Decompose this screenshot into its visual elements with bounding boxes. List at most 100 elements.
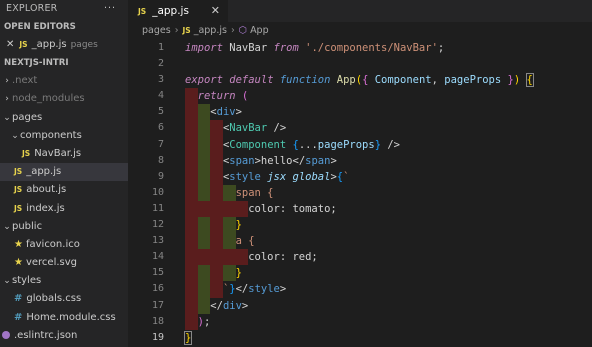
code-line[interactable]: 14 color: red;: [128, 249, 592, 266]
css-file-icon: #: [14, 311, 23, 323]
js-file-icon: JS: [14, 203, 23, 213]
code-text: }: [185, 217, 242, 233]
tab-label: _app.js: [152, 5, 189, 17]
chevron-down-icon: ⌄: [3, 276, 11, 287]
code-token: (: [241, 90, 249, 103]
tree-item[interactable]: › .next: [0, 72, 128, 90]
code-token: >: [279, 283, 287, 296]
code-token: }: [183, 330, 193, 345]
chevron-down-icon: ⌄: [3, 112, 11, 123]
code-line[interactable]: 15 }: [128, 265, 592, 282]
tree-item-label: globals.css: [26, 293, 82, 305]
tree-item[interactable]: # globals.css: [0, 290, 128, 308]
open-editor-item[interactable]: ✕ JS _app.js pages: [0, 36, 128, 54]
code-token: span: [305, 154, 331, 167]
tree-item[interactable]: › node_modules: [0, 90, 128, 108]
chevron-down-icon: ⌄: [3, 221, 11, 232]
code-token: a {: [235, 235, 255, 248]
code-token: {: [525, 73, 534, 88]
tab-app-js[interactable]: JS _app.js ✕: [128, 0, 228, 22]
chevron-right-icon: ›: [174, 25, 179, 36]
code-token: color: red;: [248, 251, 318, 264]
tree-item-label: .next: [12, 75, 38, 87]
code-line[interactable]: 3 export default function App({ Component…: [128, 72, 592, 88]
breadcrumb-file[interactable]: _app.js: [194, 25, 227, 36]
code-token: </: [235, 283, 249, 296]
code-token: ;: [203, 315, 211, 328]
more-actions-icon[interactable]: ···: [104, 0, 116, 18]
tree-item[interactable]: ⌄components: [0, 127, 128, 145]
tree-item[interactable]: ★ favicon.ico: [0, 236, 128, 254]
code-line[interactable]: 17 </div>: [128, 297, 592, 314]
js-file-icon: JS: [22, 148, 31, 158]
tree-item-label: styles: [12, 275, 42, 287]
code-token: </: [210, 299, 223, 312]
close-icon[interactable]: ✕: [211, 0, 220, 22]
js-file-icon: JS: [182, 26, 191, 35]
line-number: 6: [157, 122, 164, 134]
tree-item[interactable]: ⌄styles: [0, 272, 128, 290]
tree-item[interactable]: # Home.module.css: [0, 309, 128, 327]
code-line[interactable]: 7 <Component {...pageProps} />: [128, 136, 592, 153]
code-token: import: [185, 42, 223, 54]
code-line[interactable]: 11 color: tomato;: [128, 200, 592, 218]
code-editor[interactable]: 1 import NavBar from './components/NavBar…: [128, 40, 592, 346]
tree-item[interactable]: JS _app.js: [0, 163, 128, 182]
tree-item[interactable]: ⌄pages: [0, 109, 128, 127]
line-number: 9: [157, 170, 164, 182]
chevron-right-icon: ›: [5, 76, 9, 87]
breadcrumb-symbol[interactable]: App: [250, 25, 269, 36]
code-text: import NavBar from './components/NavBar'…: [185, 40, 444, 56]
close-icon[interactable]: ✕: [6, 39, 14, 50]
tree-item[interactable]: ★ vercel.svg: [0, 254, 128, 272]
code-line[interactable]: 2: [128, 56, 592, 72]
breadcrumb-folder[interactable]: pages: [142, 25, 171, 36]
code-line[interactable]: 6 <NavBar />: [128, 120, 592, 137]
code-token: default: [229, 74, 274, 87]
code-token: global: [292, 170, 331, 183]
tree-item[interactable]: JS index.js: [0, 200, 128, 218]
code-token: div: [222, 299, 242, 312]
code-line[interactable]: 10 span {: [128, 184, 592, 201]
code-line[interactable]: 8 <span>hello</span>: [128, 152, 592, 169]
open-editors-header[interactable]: OPEN EDITORS: [0, 18, 128, 36]
code-line[interactable]: 12 }: [128, 217, 592, 234]
code-line[interactable]: 18 );: [128, 313, 592, 330]
line-number: 13: [151, 235, 164, 247]
line-number: 16: [151, 283, 164, 295]
tree-item-label: pages: [12, 111, 43, 123]
tree-item[interactable]: ⌄public: [0, 218, 128, 236]
code-line[interactable]: 16 `}</style>: [128, 281, 592, 298]
code-line[interactable]: 9 <style jsx global>{`: [128, 168, 592, 185]
line-number: 5: [157, 106, 164, 118]
chevron-down-icon: ⌄: [11, 130, 19, 141]
line-number: 4: [157, 90, 164, 102]
code-text: export default function App({ Component,…: [185, 72, 534, 88]
code-line[interactable]: 5 <div>: [128, 104, 592, 121]
code-text: }: [185, 265, 242, 281]
tree-item[interactable]: .eslintrc.json: [0, 327, 128, 345]
css-file-icon: #: [14, 293, 23, 305]
code-line[interactable]: 4 return (: [128, 88, 592, 105]
tree-item[interactable]: JS NavBar.js: [0, 145, 128, 163]
code-line[interactable]: 1 import NavBar from './components/NavBar…: [128, 40, 592, 56]
line-number: 1: [157, 42, 164, 53]
tree-item[interactable]: JS about.js: [0, 181, 128, 199]
code-text: <span>hello</span>: [185, 153, 337, 169]
project-header[interactable]: NEXTJS-INTRI: [0, 54, 128, 72]
code-token: Component: [374, 74, 432, 87]
breadcrumb: pages › JS _app.js › ⬡ App: [128, 22, 592, 40]
tree-item-label: Home.module.css: [26, 311, 116, 323]
code-line[interactable]: 19}: [128, 330, 592, 346]
code-text: color: red;: [185, 249, 318, 265]
open-editor-folder: pages: [70, 40, 98, 50]
code-token: >hello</: [254, 154, 306, 167]
code-line[interactable]: 13 a {: [128, 233, 592, 250]
explorer-title: EXPLORER: [6, 3, 58, 14]
